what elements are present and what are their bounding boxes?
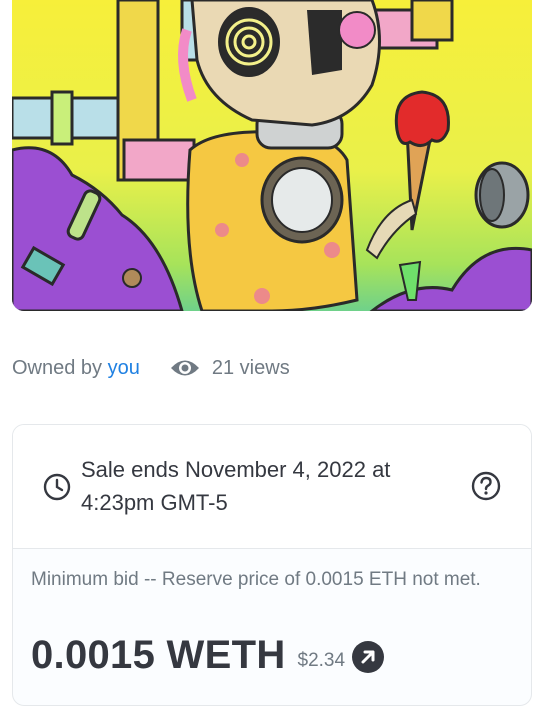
usd-price: $2.34	[297, 650, 346, 671]
price-row: 0.0015 WETH $2.34	[31, 630, 385, 680]
sale-ends-text: Sale ends November 4, 2022 at 4:23pm GMT…	[81, 457, 391, 515]
nft-artwork-image	[12, 0, 532, 311]
price-value: 0.0015 WETH	[31, 632, 286, 677]
arrow-up-right-circle-icon[interactable]	[351, 640, 385, 674]
ownership-row: Owned by you 21 views	[12, 352, 532, 384]
eye-icon	[170, 360, 199, 376]
minimum-bid-text: Minimum bid -- Reserve price of 0.0015 E…	[31, 569, 481, 590]
owned-by-label: Owned by	[12, 356, 103, 379]
views-label: 21 views	[211, 356, 290, 379]
views-count: 21 views	[170, 357, 290, 380]
owner-link[interactable]: you	[108, 357, 140, 380]
question-circle-icon[interactable]	[471, 471, 501, 501]
nft-artwork[interactable]	[12, 0, 532, 311]
clock-icon	[43, 473, 71, 501]
sale-header: Sale ends November 4, 2022 at 4:23pm GMT…	[13, 425, 531, 549]
sale-card: Sale ends November 4, 2022 at 4:23pm GMT…	[12, 424, 532, 706]
